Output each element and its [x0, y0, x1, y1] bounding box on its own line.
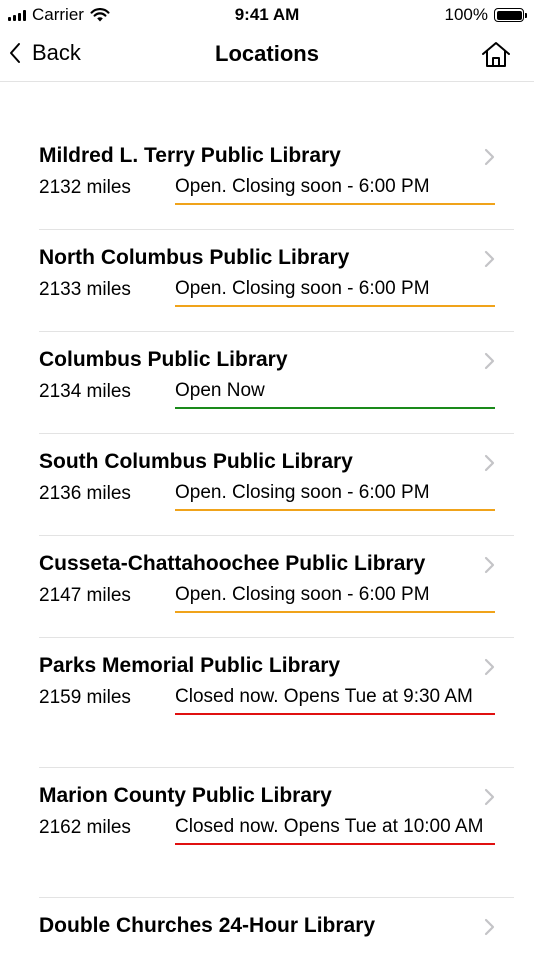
location-status: Closed now. Opens Tue at 9:30 AM: [175, 683, 495, 715]
status-bar: Carrier 9:41 AM 100%: [0, 0, 534, 30]
back-label: Back: [32, 40, 81, 65]
location-name: Parks Memorial Public Library: [39, 654, 341, 677]
chevron-left-icon: [10, 43, 20, 63]
location-row[interactable]: North Columbus Public Library 2133 miles…: [39, 230, 514, 332]
location-row[interactable]: Cusseta-Chattahoochee Public Library 214…: [39, 536, 514, 638]
location-row[interactable]: Columbus Public Library 2134 miles Open …: [39, 332, 514, 434]
location-status: Open. Closing soon - 6:00 PM: [175, 479, 495, 511]
location-status: Open. Closing soon - 6:00 PM: [175, 173, 495, 205]
location-status: Open Now: [175, 377, 495, 409]
location-row[interactable]: South Columbus Public Library 2136 miles…: [39, 434, 514, 536]
battery-icon: [494, 8, 527, 22]
location-distance: 2132 miles: [39, 177, 131, 198]
home-button[interactable]: [480, 40, 512, 70]
location-name: Columbus Public Library: [39, 348, 288, 371]
chevron-right-icon: [484, 658, 495, 676]
location-distance: 2162 miles: [39, 817, 131, 838]
location-name: Marion County Public Library: [39, 784, 332, 807]
location-row[interactable]: Marion County Public Library 2162 miles …: [39, 768, 514, 898]
location-status: Open. Closing soon - 6:00 PM: [175, 581, 495, 613]
location-name: Cusseta-Chattahoochee Public Library: [39, 552, 426, 575]
location-row[interactable]: Parks Memorial Public Library 2159 miles…: [39, 638, 514, 768]
location-row[interactable]: Mildred L. Terry Public Library 2132 mil…: [39, 128, 514, 230]
back-button[interactable]: Back: [8, 40, 81, 66]
location-name: Double Churches 24-Hour Library: [39, 914, 376, 937]
location-status: Closed now. Opens Tue at 10:00 AM: [175, 813, 495, 845]
location-distance: 2147 miles: [39, 585, 131, 606]
location-distance: 2133 miles: [39, 279, 131, 300]
chevron-right-icon: [484, 454, 495, 472]
location-row[interactable]: Double Churches 24-Hour Library: [39, 898, 514, 978]
chevron-right-icon: [484, 352, 495, 370]
chevron-right-icon: [484, 250, 495, 268]
navigation-bar: Back Locations: [0, 30, 534, 82]
chevron-right-icon: [484, 918, 495, 936]
location-distance: 2134 miles: [39, 381, 131, 402]
home-icon: [482, 42, 510, 67]
chevron-right-icon: [484, 556, 495, 574]
location-status: Open. Closing soon - 6:00 PM: [175, 275, 495, 307]
status-bar-right: 100%: [444, 5, 527, 25]
chevron-right-icon: [484, 788, 495, 806]
location-distance: 2136 miles: [39, 483, 131, 504]
location-name: South Columbus Public Library: [39, 450, 353, 473]
locations-list: Mildred L. Terry Public Library 2132 mil…: [0, 128, 534, 978]
chevron-right-icon: [484, 148, 495, 166]
location-distance: 2159 miles: [39, 687, 131, 708]
location-name: North Columbus Public Library: [39, 246, 350, 269]
location-name: Mildred L. Terry Public Library: [39, 144, 341, 167]
battery-percent: 100%: [444, 5, 488, 24]
